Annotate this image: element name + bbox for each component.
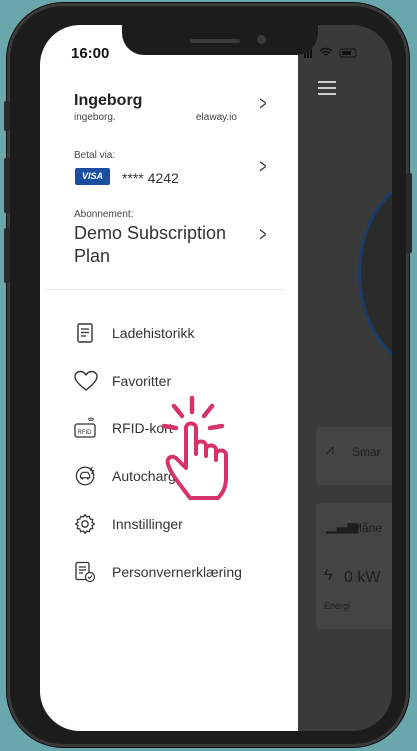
rfid-card-icon: RFID (74, 417, 96, 438)
monthly-card-label: Måne (352, 521, 383, 535)
energy-value: 0 kW (344, 569, 381, 586)
receipt-icon (77, 323, 93, 343)
car-charge-icon (75, 466, 95, 486)
charger-gauge (358, 175, 392, 371)
chevron-right-icon: > (259, 224, 267, 246)
visa-logo: VISA (75, 168, 110, 185)
chart-line-icon: ⩘ (326, 441, 334, 457)
volume-down-button (4, 228, 10, 283)
notch (122, 25, 318, 55)
menu-item-personvernerklaering[interactable]: Personvernerklæring (74, 561, 294, 587)
menu-item-innstillinger[interactable]: Innstillinger (74, 513, 294, 539)
energy-label: Energi (324, 601, 351, 611)
card-number: **** 4242 (122, 170, 179, 186)
profile-email: ingeborg. elaway.io (74, 112, 237, 123)
mute-switch (4, 101, 10, 131)
divider (46, 289, 284, 290)
chevron-right-icon: > (259, 93, 267, 115)
smart-card-label: Smar (352, 445, 381, 459)
menu-item-ladehistorikk[interactable]: Ladehistorikk (74, 322, 294, 348)
smart-charging-card[interactable]: ⩘ Smar (316, 427, 392, 485)
status-icons (304, 47, 372, 62)
payment-label: Betal via: (74, 150, 116, 161)
heart-icon (74, 370, 98, 391)
gear-icon (74, 513, 96, 535)
power-button (406, 173, 412, 253)
volume-up-button (4, 158, 10, 213)
privacy-document-icon (75, 561, 96, 583)
profile-name: Ingeborg (74, 92, 143, 109)
status-time: 16:00 (71, 45, 110, 62)
chevron-right-icon: > (259, 156, 267, 178)
lightning-icon: ϟ (324, 567, 333, 584)
subscription-plan: Demo Subscription Plan (74, 223, 227, 266)
svg-text:RFID: RFID (78, 430, 93, 436)
tap-hand-icon (161, 395, 228, 500)
hamburger-menu-icon[interactable] (318, 81, 336, 99)
monthly-card[interactable]: ▁▃▅ Måne ϟ 0 kW Energi (316, 503, 392, 629)
subscription-label: Abonnement: (74, 209, 134, 220)
